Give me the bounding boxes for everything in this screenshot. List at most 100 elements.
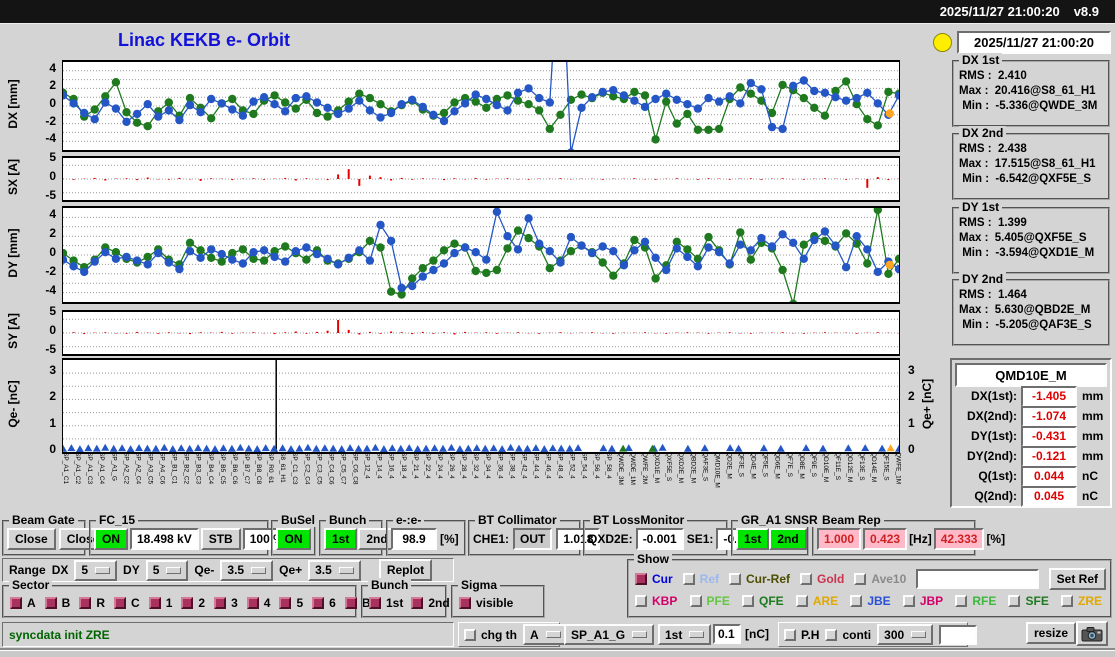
bt-collimator-label: BT Collimator: [475, 513, 560, 527]
x-axis-label: SP_52_4: [569, 452, 576, 514]
ref-file-input[interactable]: [916, 569, 1038, 589]
dy-2nd-rms: RMS : 1.464: [959, 289, 1108, 301]
bunch-1st-checkbox[interactable]: [369, 597, 381, 609]
th-select[interactable]: A: [523, 624, 568, 645]
qe-chart: Qe- [nC]32103210Qe+ [nC]: [0, 358, 945, 450]
threshold-unit: [nC]: [745, 627, 769, 641]
sector-5-checkbox[interactable]: [279, 597, 291, 609]
show-pfe-checkbox[interactable]: [690, 595, 702, 607]
x-axis-label: SP_12_4: [364, 452, 371, 514]
x-axis-label: QXD1E_M: [653, 452, 660, 514]
option-menu-indicator: [632, 631, 647, 638]
x-axis-label: QF13E_S: [858, 452, 865, 514]
show-jbe-checkbox[interactable]: [850, 595, 862, 607]
x-axis-label: SP_A3_C5: [146, 452, 153, 514]
monitor-row: DY(1st): -0.431 mm: [955, 426, 1107, 446]
show-cur-ref-checkbox[interactable]: [729, 573, 741, 585]
sector-a-checkbox[interactable]: [10, 597, 22, 609]
dx-1st-min: Min : -5.336@QWDE_3M: [959, 100, 1108, 112]
resize-button[interactable]: resize: [1026, 622, 1076, 644]
chg-th-checkbox[interactable]: [464, 629, 476, 641]
sector-6-checkbox[interactable]: [312, 597, 324, 609]
sector-1-checkbox[interactable]: [149, 597, 161, 609]
show-jbp-checkbox[interactable]: [903, 595, 915, 607]
status-indicator-lamp: [933, 33, 952, 52]
range-qep-select[interactable]: 3.5: [308, 560, 361, 581]
conti-checkbox[interactable]: [825, 629, 837, 641]
sigma-group: Sigma visible: [451, 585, 545, 618]
dy-2nd-min: Min : -5.205@QAF3E_S: [959, 319, 1108, 331]
x-axis-label: QF7E_S: [786, 452, 793, 514]
range-dy-select[interactable]: 5: [146, 560, 189, 581]
dx1-label: DX(1st):: [955, 389, 1017, 403]
dx-2nd-stats-title: DX 2nd: [959, 126, 1006, 140]
sector-bt-checkbox[interactable]: [345, 597, 357, 609]
x-axis-label: QXD2E_M: [677, 452, 684, 514]
show-ref-checkbox[interactable]: [683, 573, 695, 585]
beam-gate-close-button-1[interactable]: Close: [7, 528, 56, 550]
count-select[interactable]: 300: [877, 624, 933, 645]
gr-2nd-button[interactable]: 2nd: [769, 528, 806, 550]
busel-on-button[interactable]: ON: [276, 528, 311, 550]
dx-2nd-stats-group: DX 2nd RMS : 2.438 Max : 17.515@S8_61_H1…: [952, 133, 1110, 200]
x-axis-label: SP_54_4: [581, 452, 588, 514]
threshold-input[interactable]: [713, 624, 741, 644]
gr-1st-button[interactable]: 1st: [736, 528, 769, 550]
sector-a-label: A: [27, 596, 36, 610]
bunch-label: Bunch: [326, 513, 369, 527]
show-ave10-checkbox[interactable]: [854, 573, 866, 585]
ph-checkbox[interactable]: [784, 629, 796, 641]
count-input[interactable]: [939, 625, 977, 645]
show-sfe-checkbox[interactable]: [1008, 595, 1020, 607]
beam-gate-label: Beam Gate: [9, 513, 78, 527]
x-axis-label: SP_21_4: [412, 452, 419, 514]
fc15-on-button[interactable]: ON: [94, 528, 128, 550]
show-gold-checkbox[interactable]: [800, 573, 812, 585]
range-qem-select[interactable]: 3.5: [220, 560, 273, 581]
sector-3-checkbox[interactable]: [214, 597, 226, 609]
bunch-2nd-label: 2nd: [428, 596, 449, 610]
sector-r-checkbox[interactable]: [79, 597, 91, 609]
sector-2-checkbox[interactable]: [181, 597, 193, 609]
show-are-checkbox[interactable]: [796, 595, 808, 607]
option-menu-indicator: [546, 631, 561, 638]
bunch-select[interactable]: 1st: [658, 624, 711, 645]
bunch-1st-button[interactable]: 1st: [324, 528, 357, 550]
dy-yticks: 420-2-4: [28, 206, 58, 300]
camera-icon: [1081, 626, 1103, 642]
sy-yticks: 50-5: [28, 310, 58, 352]
beam-rep-pct-unit: [%]: [986, 532, 1005, 546]
range-qem-label: Qe-: [194, 563, 214, 577]
sector-b-checkbox[interactable]: [45, 597, 57, 609]
sector-4-checkbox[interactable]: [247, 597, 259, 609]
sigma-visible-checkbox[interactable]: [459, 597, 471, 609]
sector-c-checkbox[interactable]: [114, 597, 126, 609]
dy-1st-stats-group: DY 1st RMS : 1.399 Max : 5.405@QXF5E_S M…: [952, 207, 1110, 274]
show-cur-checkbox[interactable]: [635, 573, 647, 585]
sx-yticks: 50-5: [28, 156, 58, 198]
x-axis-label: SP_58_4: [605, 452, 612, 514]
beam-rep-value-1: 1.000: [817, 528, 861, 550]
x-axis-label: QD6E_M: [774, 452, 781, 514]
x-axis-label: SP_42_4: [520, 452, 527, 514]
sp-monitor-select[interactable]: SP_A1_G: [564, 624, 654, 645]
dy1-label: DY(1st):: [955, 429, 1017, 443]
x-axis-label: SP_24_4: [436, 452, 443, 514]
show-kbp-checkbox[interactable]: [635, 595, 647, 607]
q1-label: Q(1st):: [955, 469, 1017, 483]
show-qfe-checkbox[interactable]: [742, 595, 754, 607]
fc15-stb-button[interactable]: STB: [201, 528, 241, 550]
dx2-value: -1.074: [1021, 406, 1077, 427]
beam-rep-value-2: 0.423: [863, 528, 907, 550]
x-axis-label: QWFE_2M: [641, 452, 648, 514]
show-cur-ref-label: Cur-Ref: [746, 572, 790, 586]
show-zre-checkbox[interactable]: [1061, 595, 1073, 607]
set-ref-button[interactable]: Set Ref: [1049, 568, 1106, 590]
dy-2nd-max: Max : 5.630@QBD2E_M: [959, 304, 1108, 316]
x-axis-label: QD4E_M: [750, 452, 757, 514]
screenshot-button[interactable]: [1076, 621, 1108, 646]
dy-2nd-stats-title: DY 2nd: [959, 272, 1006, 286]
show-rfe-checkbox[interactable]: [955, 595, 967, 607]
range-dx-select[interactable]: 5: [74, 560, 117, 581]
bunch-2nd-checkbox[interactable]: [411, 597, 423, 609]
